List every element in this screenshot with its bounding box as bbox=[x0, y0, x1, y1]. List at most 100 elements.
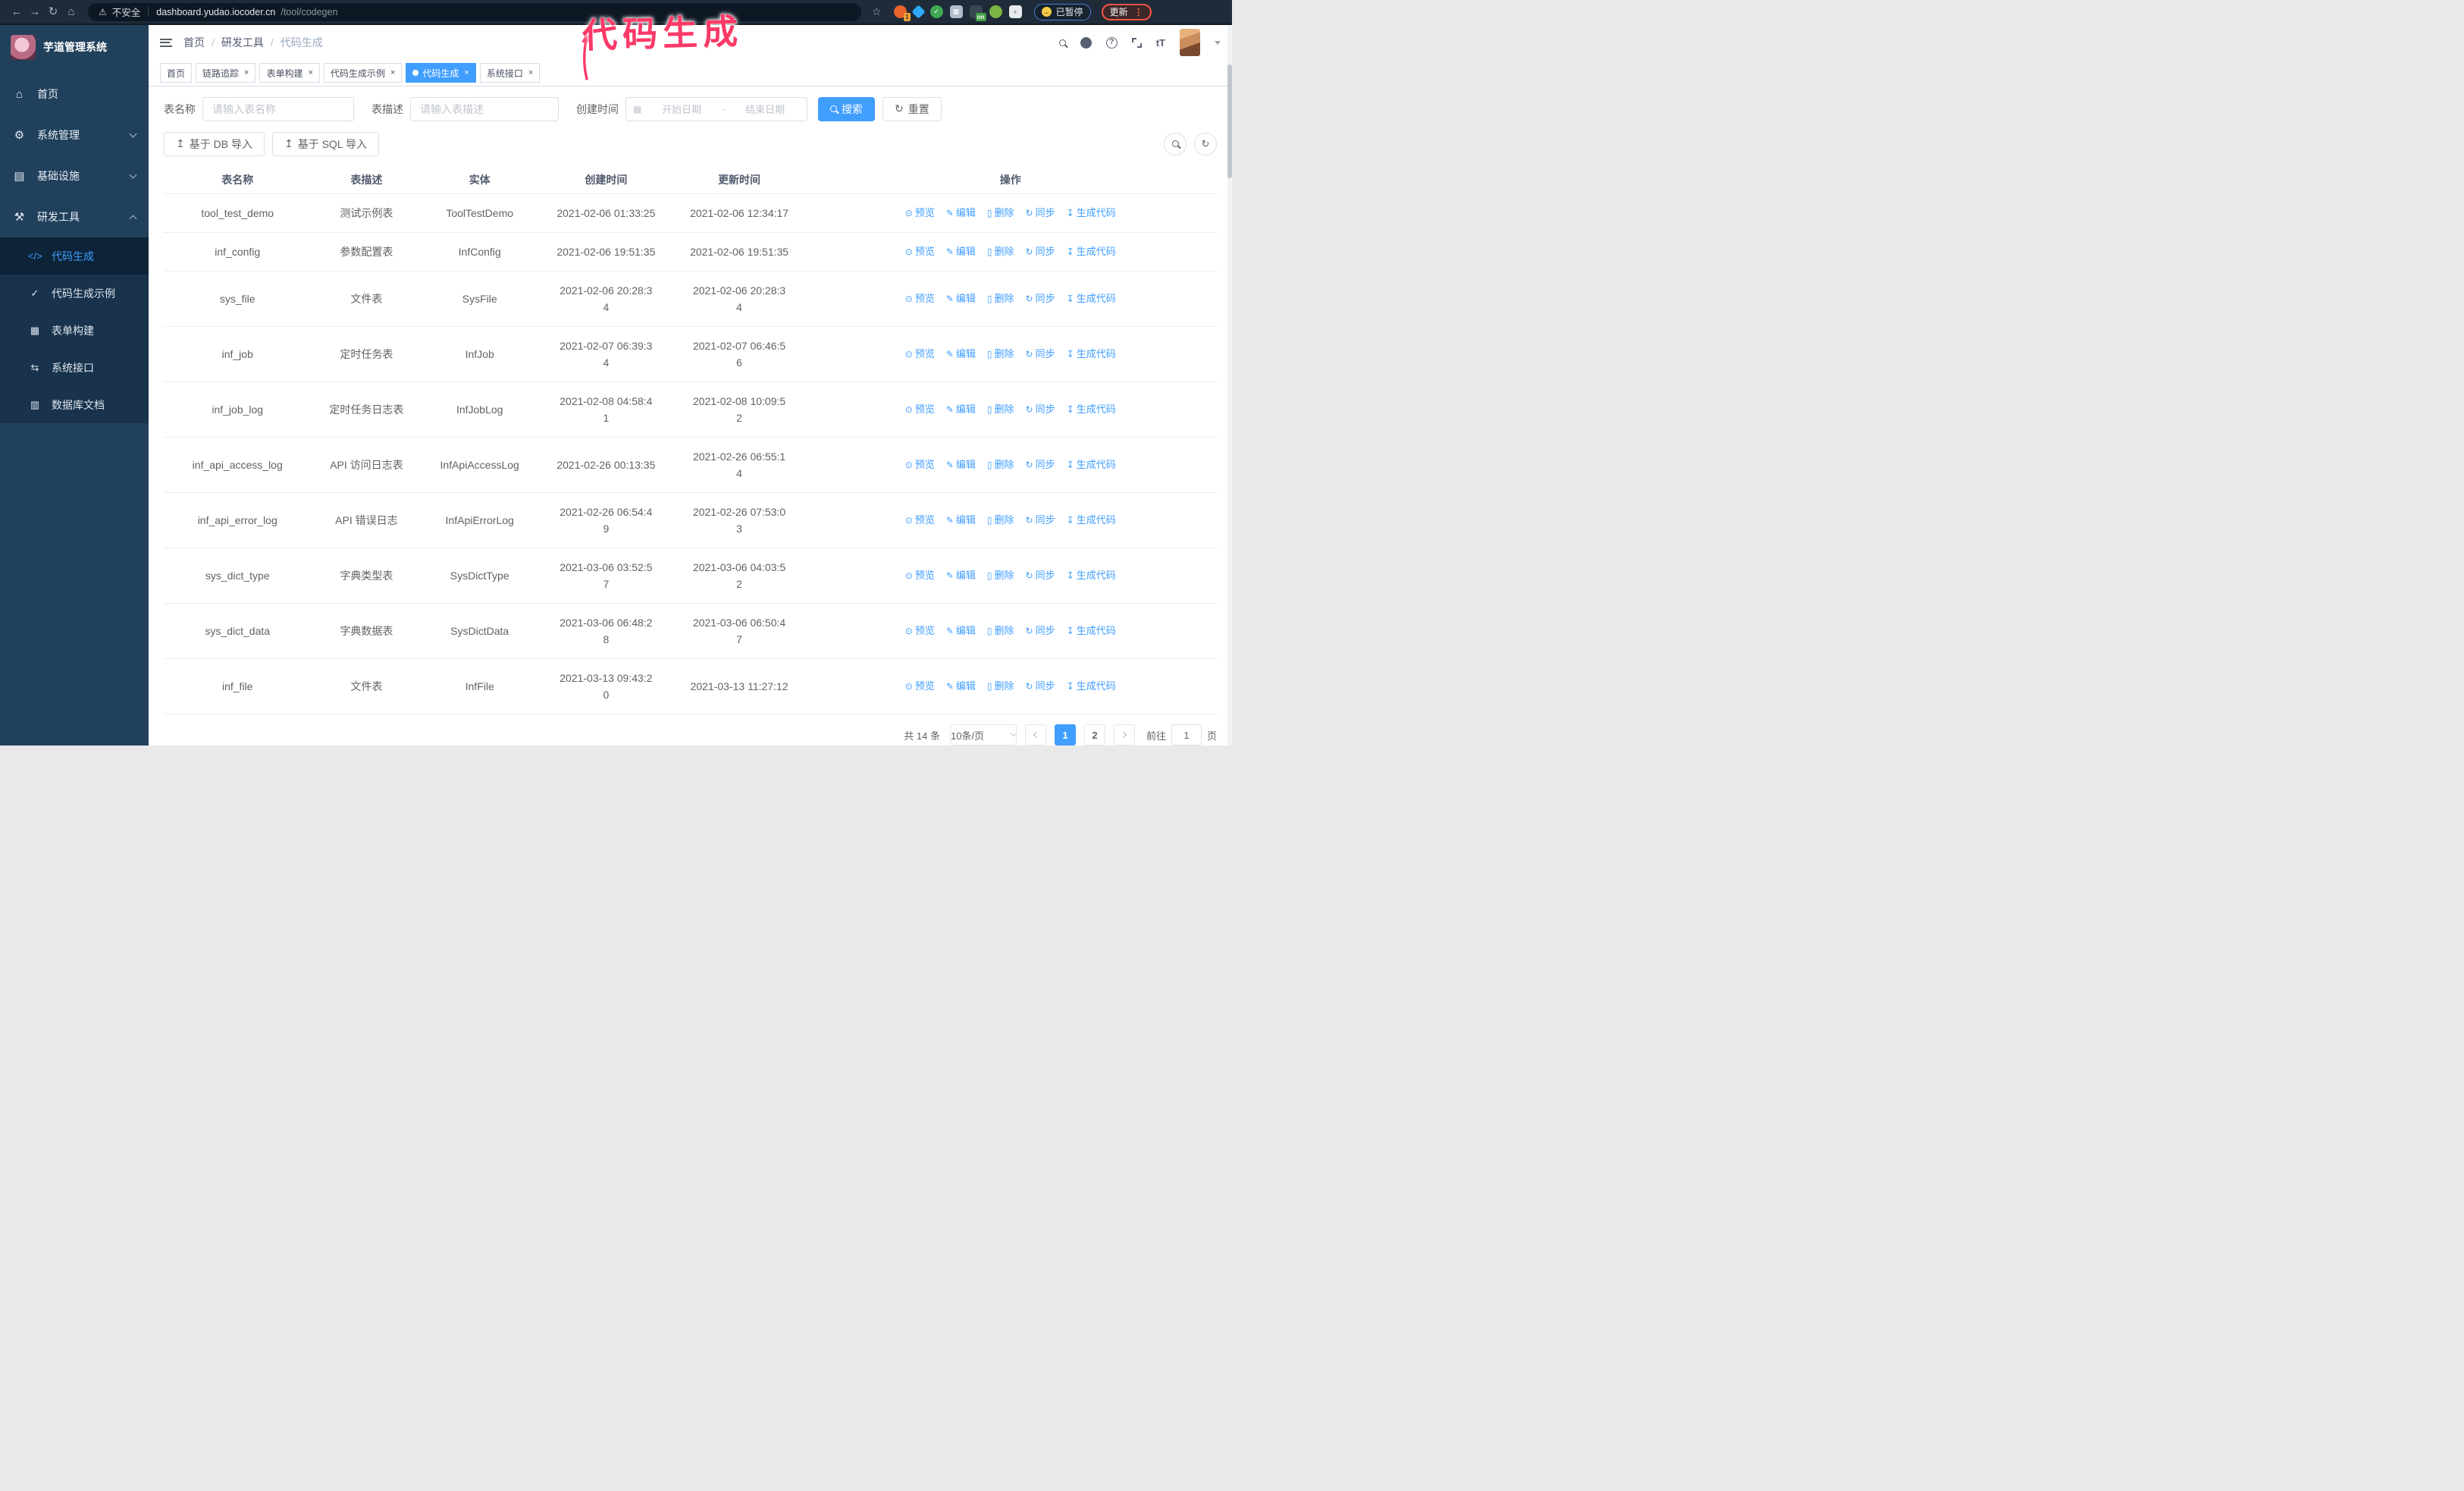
action-同步[interactable]: ↻ 同步 bbox=[1026, 457, 1055, 473]
avatar[interactable] bbox=[1180, 29, 1200, 57]
green-check-extension-icon[interactable]: ✓ bbox=[929, 5, 943, 18]
green-bot-extension-icon[interactable] bbox=[989, 5, 1002, 18]
action-删除[interactable]: ▯ 删除 bbox=[987, 346, 1014, 363]
search-button[interactable]: 搜索 bbox=[818, 96, 875, 121]
action-同步[interactable]: ↻ 同步 bbox=[1026, 205, 1055, 221]
action-预览[interactable]: ⊙ 预览 bbox=[905, 243, 935, 260]
action-预览[interactable]: ⊙ 预览 bbox=[905, 346, 935, 363]
action-删除[interactable]: ▯ 删除 bbox=[987, 243, 1014, 260]
sidebar-item-系统管理[interactable]: ⚙ 系统管理 bbox=[0, 115, 149, 155]
bookmark-star-icon[interactable]: ☆ bbox=[872, 5, 882, 18]
action-编辑[interactable]: ✎ 编辑 bbox=[946, 243, 976, 260]
help-icon[interactable]: ? bbox=[1105, 36, 1118, 49]
action-预览[interactable]: ⊙ 预览 bbox=[905, 512, 935, 529]
reset-button[interactable]: ↻ 重置 bbox=[882, 96, 942, 121]
paused-badge[interactable]: 已暂停 bbox=[1033, 3, 1091, 20]
tab-链路追踪[interactable]: 链路追踪 × bbox=[196, 63, 256, 83]
action-删除[interactable]: ▯ 删除 bbox=[987, 623, 1014, 639]
url-bar[interactable]: ⚠ 不安全 dashboard.yudao.iocoder.cn/tool/co… bbox=[88, 2, 861, 21]
tab-表单构建[interactable]: 表单构建 × bbox=[259, 63, 320, 83]
sidebar-logo[interactable]: 芋道管理系统 bbox=[0, 25, 149, 63]
page-2[interactable]: 2 bbox=[1083, 724, 1105, 746]
forward-arrow-icon[interactable]: → bbox=[26, 0, 44, 24]
submenu-item-系统接口[interactable]: ⇆ 系统接口 bbox=[0, 349, 149, 386]
sidebar-item-基础设施[interactable]: ▤ 基础设施 bbox=[0, 155, 149, 196]
tab-首页[interactable]: 首页 bbox=[160, 63, 193, 83]
blue-gem-extension-icon[interactable] bbox=[911, 5, 926, 19]
page-size-select[interactable]: 10条/页 bbox=[949, 724, 1017, 746]
breadcrumb-dev-tools[interactable]: 研发工具 bbox=[221, 35, 264, 50]
close-icon[interactable]: × bbox=[308, 68, 312, 77]
action-同步[interactable]: ↻ 同步 bbox=[1026, 567, 1055, 584]
update-button[interactable]: 更新 ⋮ bbox=[1101, 3, 1152, 20]
action-同步[interactable]: ↻ 同步 bbox=[1026, 623, 1055, 639]
onetab-extension-icon[interactable]: on bbox=[969, 5, 986, 21]
action-删除[interactable]: ▯ 删除 bbox=[987, 205, 1014, 221]
action-预览[interactable]: ⊙ 预览 bbox=[905, 401, 935, 418]
submenu-item-代码生成[interactable]: </> 代码生成 bbox=[0, 237, 149, 275]
action-编辑[interactable]: ✎ 编辑 bbox=[946, 401, 976, 418]
tab-代码生成示例[interactable]: 代码生成示例 × bbox=[323, 63, 403, 83]
action-同步[interactable]: ↻ 同步 bbox=[1026, 401, 1055, 418]
breadcrumb-home[interactable]: 首页 bbox=[183, 35, 205, 50]
submenu-item-数据库文档[interactable]: ▥ 数据库文档 bbox=[0, 386, 149, 423]
toggle-search-button[interactable] bbox=[1164, 132, 1187, 155]
grid-extension-icon[interactable]: ▦ bbox=[949, 5, 963, 18]
action-删除[interactable]: ▯ 删除 bbox=[987, 290, 1014, 307]
action-编辑[interactable]: ✎ 编辑 bbox=[946, 678, 976, 695]
submenu-item-代码生成示例[interactable]: ✓ 代码生成示例 bbox=[0, 275, 149, 312]
action-删除[interactable]: ▯ 删除 bbox=[987, 567, 1014, 584]
table-name-input[interactable] bbox=[202, 96, 354, 121]
kebab-menu-icon[interactable]: ⋮ bbox=[1134, 7, 1143, 17]
page-scrollbar[interactable] bbox=[1227, 25, 1232, 746]
close-icon[interactable]: × bbox=[244, 68, 249, 77]
date-range-picker[interactable]: ▦ 开始日期 - 结束日期 bbox=[625, 96, 807, 121]
tab-代码生成[interactable]: 代码生成 × bbox=[406, 63, 476, 83]
import-db-button[interactable]: ↥ 基于 DB 导入 bbox=[164, 131, 265, 156]
action-生成代码[interactable]: ↧ 生成代码 bbox=[1067, 457, 1116, 473]
submenu-item-表单构建[interactable]: ▦ 表单构建 bbox=[0, 312, 149, 349]
action-预览[interactable]: ⊙ 预览 bbox=[905, 623, 935, 639]
action-编辑[interactable]: ✎ 编辑 bbox=[946, 205, 976, 221]
action-生成代码[interactable]: ↧ 生成代码 bbox=[1067, 678, 1116, 695]
font-size-icon[interactable]: tT bbox=[1156, 37, 1165, 49]
home-icon[interactable]: ⌂ bbox=[62, 0, 80, 24]
close-icon[interactable]: × bbox=[390, 68, 395, 77]
github-icon[interactable] bbox=[1080, 36, 1092, 49]
action-同步[interactable]: ↻ 同步 bbox=[1026, 290, 1055, 307]
reload-icon[interactable]: ↻ bbox=[44, 0, 62, 24]
action-同步[interactable]: ↻ 同步 bbox=[1026, 512, 1055, 529]
fullscreen-icon[interactable] bbox=[1131, 37, 1142, 48]
action-预览[interactable]: ⊙ 预览 bbox=[905, 205, 935, 221]
action-编辑[interactable]: ✎ 编辑 bbox=[946, 290, 976, 307]
back-arrow-icon[interactable]: ← bbox=[8, 0, 26, 24]
action-预览[interactable]: ⊙ 预览 bbox=[905, 678, 935, 695]
table-desc-input[interactable] bbox=[410, 96, 559, 121]
orange-extension-icon[interactable]: 1 bbox=[893, 5, 911, 21]
sidebar-item-首页[interactable]: ⌂ 首页 bbox=[0, 74, 149, 115]
action-编辑[interactable]: ✎ 编辑 bbox=[946, 457, 976, 473]
page-1[interactable]: 1 bbox=[1054, 724, 1076, 746]
action-同步[interactable]: ↻ 同步 bbox=[1026, 346, 1055, 363]
action-生成代码[interactable]: ↧ 生成代码 bbox=[1067, 346, 1116, 363]
action-预览[interactable]: ⊙ 预览 bbox=[905, 457, 935, 473]
search-icon[interactable] bbox=[1058, 39, 1066, 46]
chevron-down-icon[interactable] bbox=[1215, 40, 1221, 48]
action-编辑[interactable]: ✎ 编辑 bbox=[946, 346, 976, 363]
tab-系统接口[interactable]: 系统接口 × bbox=[479, 63, 541, 83]
action-预览[interactable]: ⊙ 预览 bbox=[905, 290, 935, 307]
scrollbar-thumb[interactable] bbox=[1227, 64, 1232, 178]
action-生成代码[interactable]: ↧ 生成代码 bbox=[1067, 623, 1116, 639]
action-编辑[interactable]: ✎ 编辑 bbox=[946, 567, 976, 584]
action-生成代码[interactable]: ↧ 生成代码 bbox=[1067, 243, 1116, 260]
action-生成代码[interactable]: ↧ 生成代码 bbox=[1067, 567, 1116, 584]
close-icon[interactable]: × bbox=[464, 68, 469, 77]
action-删除[interactable]: ▯ 删除 bbox=[987, 457, 1014, 473]
action-编辑[interactable]: ✎ 编辑 bbox=[946, 512, 976, 529]
action-同步[interactable]: ↻ 同步 bbox=[1026, 678, 1055, 695]
action-编辑[interactable]: ✎ 编辑 bbox=[946, 623, 976, 639]
action-删除[interactable]: ▯ 删除 bbox=[987, 401, 1014, 418]
action-生成代码[interactable]: ↧ 生成代码 bbox=[1067, 512, 1116, 529]
action-生成代码[interactable]: ↧ 生成代码 bbox=[1067, 401, 1116, 418]
hamburger-icon[interactable] bbox=[160, 38, 172, 47]
